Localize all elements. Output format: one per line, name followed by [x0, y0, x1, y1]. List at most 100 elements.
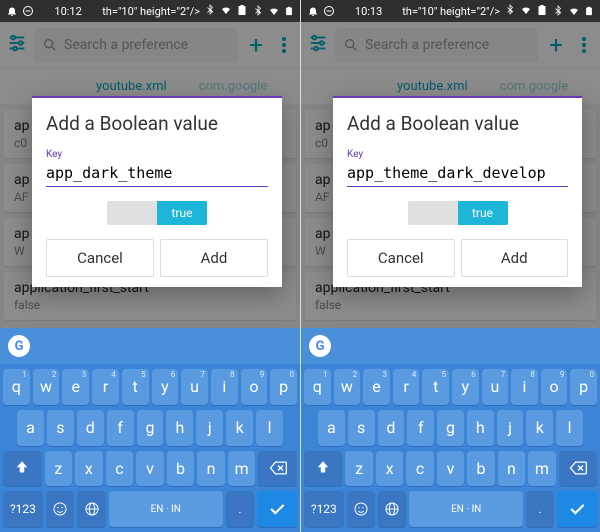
key-i[interactable]: i8 [211, 369, 238, 405]
key-k[interactable]: k [226, 410, 253, 446]
key-w[interactable]: w2 [334, 369, 361, 405]
key-z[interactable]: z [45, 451, 73, 487]
key-l[interactable]: l [256, 410, 283, 446]
key-o[interactable]: o9 [541, 369, 568, 405]
backspace-key[interactable] [559, 451, 597, 487]
key-h[interactable]: h [166, 410, 193, 446]
key-h[interactable]: h [467, 410, 494, 446]
symbols-key[interactable]: ?123 [3, 491, 43, 527]
keyboard[interactable]: Gq1w2e3r4t5y6u7i8o9p0 asdfghjkl zxcvbnm ?12… [0, 328, 300, 532]
bluetooth-icon [504, 4, 516, 19]
symbols-key[interactable]: ?123 [304, 491, 344, 527]
status-time: 10:13 [355, 5, 382, 18]
key-t[interactable]: t5 [422, 369, 449, 405]
suggestion-bar[interactable]: G [301, 328, 600, 364]
key-v[interactable]: v [437, 451, 464, 487]
backspace-key[interactable] [258, 451, 297, 487]
status-bar: 10:13th="10" height="2"/> [301, 0, 600, 22]
key-u[interactable]: u7 [181, 369, 208, 405]
key-v[interactable]: v [136, 451, 164, 487]
key-input[interactable] [46, 160, 268, 187]
key-c[interactable]: c [406, 451, 433, 487]
suggestion-bar[interactable]: G [0, 328, 300, 364]
add-boolean-dialog: Add a Boolean value Key trueCancelAdd [333, 96, 582, 287]
battery-icon [536, 4, 548, 19]
boolean-toggle[interactable]: true [408, 201, 508, 225]
key-d[interactable]: d [77, 410, 104, 446]
key-n[interactable]: n [498, 451, 525, 487]
phone-screen-2: 10:13th="10" height="2"/>Search a prefer… [300, 0, 600, 532]
toggle-value: true [157, 201, 207, 225]
emoji-key[interactable] [46, 491, 74, 527]
globe-key[interactable] [378, 491, 406, 527]
key-s[interactable]: s [348, 410, 375, 446]
key-c[interactable]: c [106, 451, 134, 487]
key-l[interactable]: l [556, 410, 583, 446]
space-key[interactable]: EN · IN [409, 491, 522, 527]
dialog-title: Add a Boolean value [347, 112, 568, 135]
keyboard[interactable]: Gq1w2e3r4t5y6u7i8o9p0 asdfghjkl zxcvbnm ?12… [301, 328, 600, 532]
key-d[interactable]: d [378, 410, 405, 446]
key-f[interactable]: f [107, 410, 134, 446]
add-button[interactable]: Add [160, 239, 268, 277]
bluetooth-icon [204, 4, 216, 19]
shift-key[interactable] [304, 451, 342, 487]
add-button[interactable]: Add [461, 239, 569, 277]
dialog-title: Add a Boolean value [46, 112, 268, 135]
key-t[interactable]: t5 [122, 369, 149, 405]
period-key[interactable]: . [526, 491, 554, 527]
key-b[interactable]: b [167, 451, 195, 487]
key-f[interactable]: f [407, 410, 434, 446]
key-j[interactable]: j [497, 410, 524, 446]
key-e[interactable]: e3 [62, 369, 89, 405]
key-p[interactable]: p0 [270, 369, 297, 405]
emoji-key[interactable] [347, 491, 375, 527]
globe-key[interactable] [77, 491, 105, 527]
enter-key[interactable] [557, 491, 597, 527]
phone-screen-1: 10:12th="10" height="2"/>Search a prefer… [0, 0, 300, 532]
key-field-label: Key [46, 149, 268, 160]
battery-icon [236, 4, 248, 19]
key-g[interactable]: g [437, 410, 464, 446]
key-q[interactable]: q1 [3, 369, 30, 405]
shift-key[interactable] [3, 451, 42, 487]
toggle-value: true [458, 201, 508, 225]
key-e[interactable]: e3 [363, 369, 390, 405]
wifi-icon [520, 4, 532, 19]
key-y[interactable]: y6 [152, 369, 179, 405]
period-key[interactable]: . [226, 491, 254, 527]
key-k[interactable]: k [526, 410, 553, 446]
space-key[interactable]: EN · IN [109, 491, 223, 527]
key-i[interactable]: i8 [511, 369, 538, 405]
key-x[interactable]: x [376, 451, 403, 487]
key-p[interactable]: p0 [570, 369, 597, 405]
key-a[interactable]: a [17, 410, 44, 446]
status-bar: 10:12th="10" height="2"/> [0, 0, 300, 22]
key-s[interactable]: s [47, 410, 74, 446]
add-boolean-dialog: Add a Boolean value Key trueCancelAdd [32, 96, 282, 287]
key-input[interactable] [347, 160, 568, 187]
key-m[interactable]: m [528, 451, 555, 487]
key-g[interactable]: g [137, 410, 164, 446]
cancel-button[interactable]: Cancel [347, 239, 455, 277]
key-m[interactable]: m [228, 451, 256, 487]
key-j[interactable]: j [196, 410, 223, 446]
google-icon[interactable]: G [309, 335, 331, 357]
enter-key[interactable] [257, 491, 297, 527]
key-field-label: Key [347, 149, 568, 160]
key-a[interactable]: a [318, 410, 345, 446]
cancel-button[interactable]: Cancel [46, 239, 154, 277]
key-r[interactable]: r4 [92, 369, 119, 405]
key-n[interactable]: n [197, 451, 225, 487]
key-q[interactable]: q1 [304, 369, 331, 405]
key-u[interactable]: u7 [482, 369, 509, 405]
boolean-toggle[interactable]: true [107, 201, 207, 225]
key-z[interactable]: z [345, 451, 372, 487]
key-b[interactable]: b [467, 451, 494, 487]
google-icon[interactable]: G [8, 335, 30, 357]
key-x[interactable]: x [75, 451, 103, 487]
key-r[interactable]: r4 [393, 369, 420, 405]
key-o[interactable]: o9 [241, 369, 268, 405]
key-y[interactable]: y6 [452, 369, 479, 405]
key-w[interactable]: w2 [33, 369, 60, 405]
